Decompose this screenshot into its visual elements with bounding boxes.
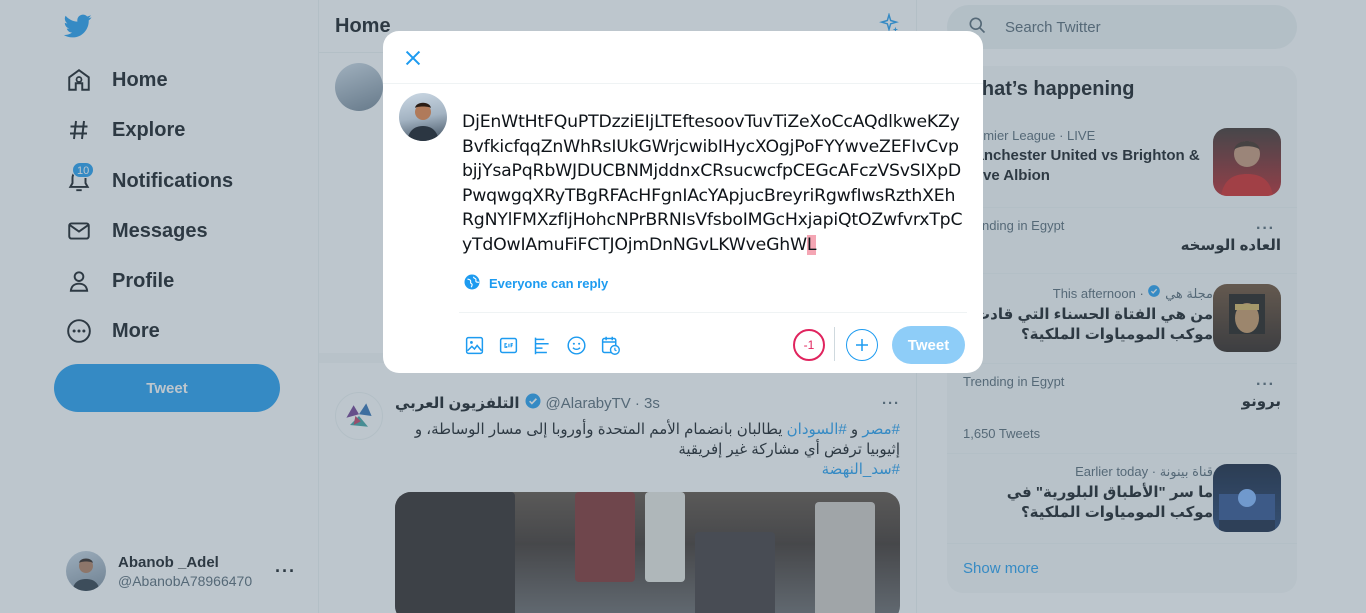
- overflow-character: L: [806, 234, 817, 255]
- poll-icon[interactable]: [525, 328, 559, 362]
- composer-user-avatar[interactable]: [399, 93, 447, 141]
- modal-header: [383, 31, 983, 84]
- compose-tweet-modal: DjEnWtHtFQuPTDzziEIjLTEftesoovTuvTiZeXoC…: [383, 31, 983, 373]
- reply-settings-label: Everyone can reply: [489, 276, 609, 291]
- image-icon[interactable]: [457, 328, 491, 362]
- schedule-icon[interactable]: [593, 328, 627, 362]
- reply-settings-button[interactable]: Everyone can reply: [463, 273, 608, 294]
- modal-tweet-button[interactable]: Tweet: [892, 326, 965, 364]
- composer-divider: [459, 312, 967, 313]
- emoji-icon[interactable]: [559, 328, 593, 362]
- character-counter: -1: [793, 329, 825, 361]
- tweet-draft-text: DjEnWtHtFQuPTDzziEIjLTEftesoovTuvTiZeXoC…: [462, 112, 963, 255]
- tweet-text-area[interactable]: DjEnWtHtFQuPTDzziEIjLTEftesoovTuvTiZeXoC…: [462, 110, 966, 257]
- close-icon[interactable]: [397, 42, 429, 74]
- globe-icon: [463, 273, 481, 294]
- add-thread-icon[interactable]: [846, 329, 878, 361]
- composer-toolbar: [457, 328, 627, 362]
- toolbar-divider: [834, 327, 835, 361]
- gif-icon[interactable]: [491, 328, 525, 362]
